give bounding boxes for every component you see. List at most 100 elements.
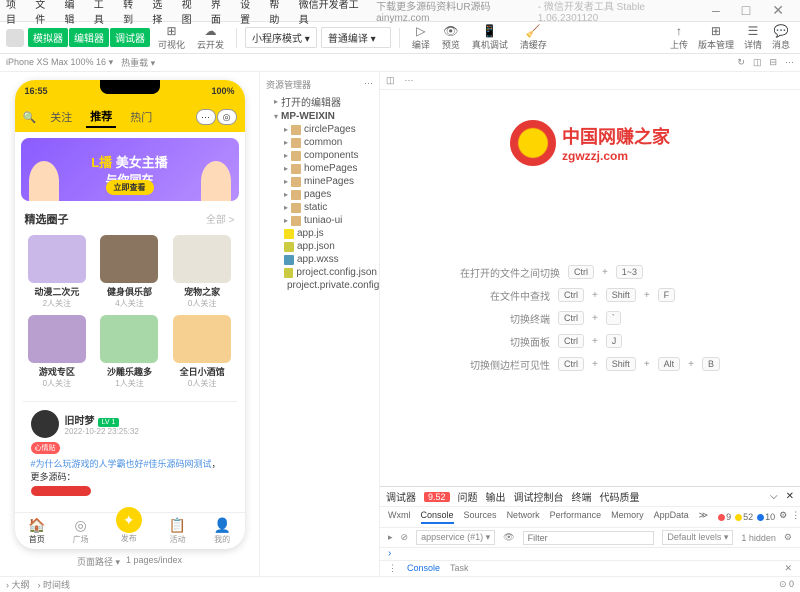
bottombar-item[interactable]: ✦ 发布: [116, 517, 142, 545]
open-editors[interactable]: 打开的编辑器: [262, 93, 377, 110]
device-select[interactable]: iPhone XS Max 100% 16 ▾: [6, 57, 113, 68]
tree-item[interactable]: project.config.json: [262, 266, 377, 279]
bottombar-item[interactable]: ◎ 广场: [73, 517, 89, 545]
banner-button[interactable]: 立即查看: [106, 180, 154, 195]
circle-item[interactable]: 沙雕乐趣多 1人关注: [95, 315, 164, 389]
side-tab[interactable]: 终端: [572, 489, 592, 504]
version-icon[interactable]: ⊞版本管理: [694, 22, 738, 53]
drawer-tab[interactable]: Console: [407, 563, 440, 574]
tab-follow[interactable]: 关注: [46, 107, 76, 127]
tree-item[interactable]: static: [262, 201, 377, 214]
project-root[interactable]: MP-WEIXIN: [262, 110, 377, 123]
maximize-icon[interactable]: □: [742, 2, 750, 19]
theme-select[interactable]: 热重载 ▾: [121, 56, 155, 69]
bottombar-item[interactable]: 🏠 首页: [28, 517, 45, 545]
search-icon[interactable]: 🔍: [23, 111, 37, 124]
bottombar-label: 我的: [214, 534, 230, 545]
tree-item[interactable]: components: [262, 149, 377, 162]
tree-item[interactable]: pages: [262, 188, 377, 201]
devtools-tab[interactable]: Performance: [550, 510, 602, 524]
capsule-close-icon[interactable]: ◎: [217, 109, 237, 125]
compile-select[interactable]: 普通编译 ▾: [321, 27, 391, 48]
devtools-tab[interactable]: Network: [507, 510, 540, 524]
panel-collapse-icon[interactable]: ⌵: [770, 491, 778, 502]
avatar[interactable]: [6, 29, 24, 47]
preview-icon[interactable]: 👁预览: [438, 22, 464, 53]
visual-icon[interactable]: ⊞可视化: [154, 22, 189, 53]
devtools-tab[interactable]: Wxml: [388, 510, 411, 524]
panel-close-icon[interactable]: ✕: [786, 491, 794, 502]
timeline-tab[interactable]: › 时间线: [38, 578, 71, 591]
editor-button[interactable]: 编辑器: [69, 28, 109, 47]
clear-cache-icon[interactable]: 🧹清缓存: [516, 22, 551, 53]
console-sidebar-icon[interactable]: ▸: [388, 532, 393, 543]
split-icon[interactable]: ◫: [386, 75, 395, 86]
post-content[interactable]: #为什么玩游戏的人学霸也好#佳乐源码网测试，更多源码：: [31, 457, 229, 483]
tree-item[interactable]: common: [262, 136, 377, 149]
gear-icon[interactable]: ⚙: [784, 532, 792, 543]
sim-action-icon[interactable]: ↻: [737, 57, 745, 68]
capsule-menu-icon[interactable]: ⋯: [196, 109, 216, 125]
side-tab[interactable]: 调试控制台: [514, 489, 564, 504]
message-icon[interactable]: 💬消息: [768, 22, 794, 53]
tree-item[interactable]: app.wxss: [262, 253, 377, 266]
gear-icon[interactable]: ⚙: [779, 510, 787, 524]
circle-item[interactable]: 动漫二次元 2人关注: [23, 235, 92, 309]
banner[interactable]: L播 美女主播 与你同在 立即查看: [21, 138, 239, 201]
debugger-button[interactable]: 调试器: [110, 28, 150, 47]
sim-action-icon[interactable]: ◫: [753, 57, 762, 68]
console-drawer-icon[interactable]: ⋮: [388, 563, 397, 574]
hidden-count[interactable]: 1 hidden: [741, 533, 776, 543]
circle-item[interactable]: 宠物之家 0人关注: [168, 235, 237, 309]
drawer-tab[interactable]: Task: [450, 563, 469, 574]
page-path-select[interactable]: 页面路径 ▾: [77, 555, 120, 568]
explorer-more-icon[interactable]: ⋯: [364, 78, 373, 91]
tree-item[interactable]: app.js: [262, 227, 377, 240]
outline-tab[interactable]: › 大纲: [6, 578, 30, 591]
tree-item[interactable]: app.json: [262, 240, 377, 253]
tree-item[interactable]: minePages: [262, 175, 377, 188]
circle-item[interactable]: 健身俱乐部 4人关注: [95, 235, 164, 309]
devtools-tab[interactable]: AppData: [654, 510, 689, 524]
devtools-tab-console[interactable]: Console: [421, 510, 454, 524]
status-icon[interactable]: ⊙ 0: [779, 579, 794, 590]
devtools-tab-more[interactable]: ≫: [699, 510, 708, 524]
details-icon[interactable]: ☰详情: [740, 22, 766, 53]
more-icon[interactable]: ⋯: [405, 75, 414, 86]
side-tab[interactable]: 输出: [486, 489, 506, 504]
eye-icon[interactable]: 👁: [503, 532, 514, 543]
devtools-tab[interactable]: Memory: [611, 510, 644, 524]
sim-action-icon[interactable]: ⋯: [785, 57, 794, 68]
minimize-icon[interactable]: –: [712, 2, 720, 19]
bottombar-item[interactable]: 👤 我的: [213, 517, 230, 545]
circle-item[interactable]: 全日小酒馆 0人关注: [168, 315, 237, 389]
clear-console-icon[interactable]: ⊘: [401, 532, 409, 543]
levels-select[interactable]: Default levels ▾: [662, 530, 733, 545]
tree-item[interactable]: circlePages: [262, 123, 377, 136]
simulator-button[interactable]: 模拟器: [28, 28, 68, 47]
drawer-close-icon[interactable]: ✕: [784, 563, 792, 574]
close-icon[interactable]: ✕: [772, 2, 784, 19]
upload-icon[interactable]: ↑上传: [666, 22, 692, 53]
tab-recommend[interactable]: 推荐: [86, 106, 116, 128]
sim-action-icon[interactable]: ⊟: [769, 57, 777, 68]
tree-item[interactable]: homePages: [262, 162, 377, 175]
side-tab[interactable]: 代码质量: [600, 489, 640, 504]
cloud-icon[interactable]: ☁云开发: [193, 22, 228, 53]
devtools-tab[interactable]: Sources: [464, 510, 497, 524]
bottombar-item[interactable]: 📋 活动: [169, 517, 186, 545]
post-avatar[interactable]: [31, 410, 59, 438]
context-select[interactable]: appservice (#1) ▾: [416, 530, 495, 545]
remote-debug-icon[interactable]: 📱真机调试: [468, 22, 512, 53]
tree-item[interactable]: tuniao-ui: [262, 214, 377, 227]
tab-hot[interactable]: 热门: [126, 107, 156, 127]
post-user[interactable]: 旧时梦: [65, 416, 95, 427]
compile-icon[interactable]: ▷编译: [408, 22, 434, 53]
filter-input[interactable]: [523, 531, 655, 545]
circle-item[interactable]: 游戏专区 0人关注: [23, 315, 92, 389]
tree-item[interactable]: project.private.config.js...: [262, 279, 377, 292]
mode-select[interactable]: 小程序模式 ▾: [245, 27, 317, 48]
side-tab[interactable]: 问题: [458, 489, 478, 504]
section-more[interactable]: 全部 >: [206, 211, 235, 227]
devtools-more-icon[interactable]: ⋮: [791, 510, 800, 524]
